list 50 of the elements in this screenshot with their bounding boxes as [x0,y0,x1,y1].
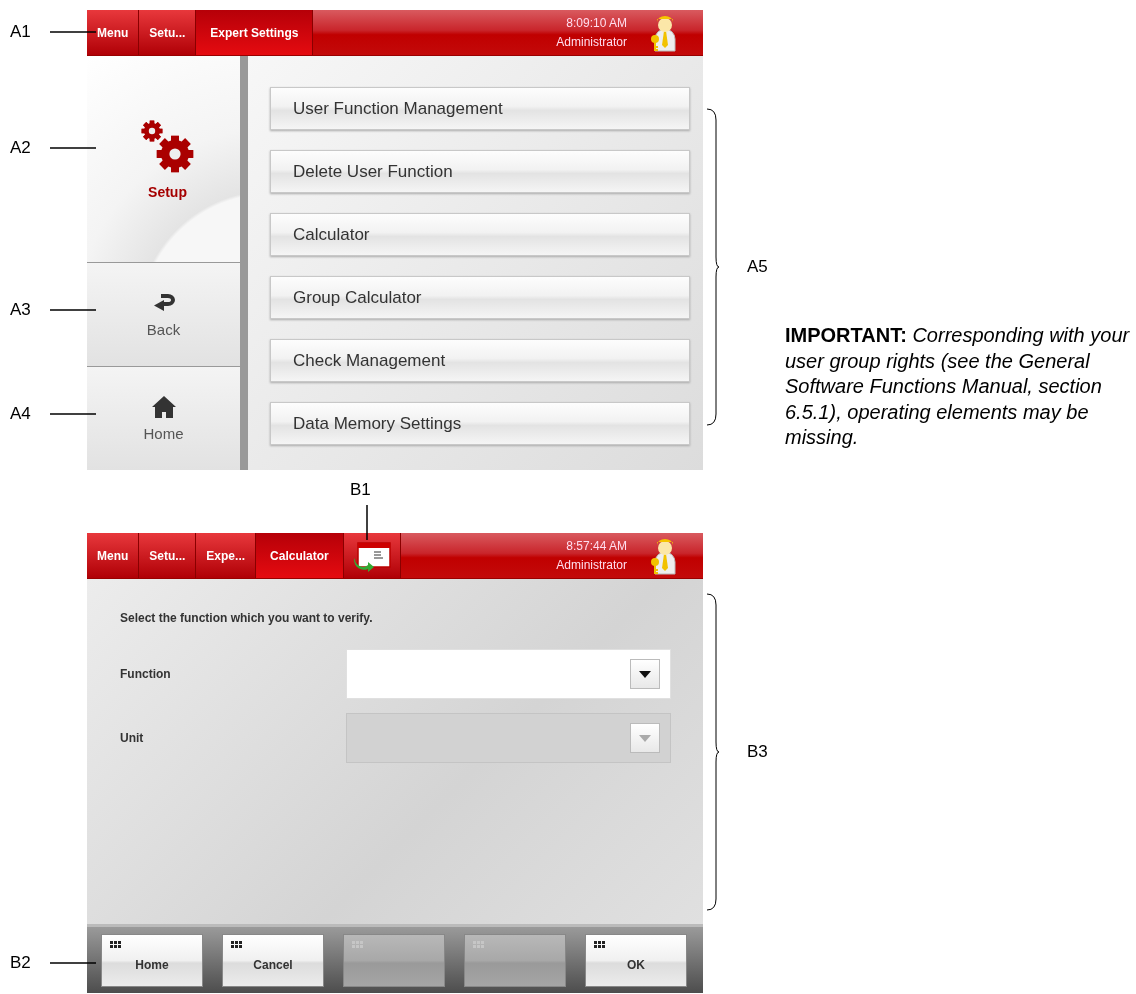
nav-button[interactable]: Back [87,263,240,367]
grid-dots-icon [594,940,605,948]
soft-key-button[interactable]: Home [101,933,203,987]
callout-label: B1 [350,480,371,500]
instruction-text: Select the function which you want to verify. [120,611,374,625]
breadcrumb-tab[interactable]: Menu [87,533,140,578]
dropdown-field[interactable] [346,649,671,699]
menu-button[interactable]: Delete User Function [270,150,690,193]
user-name: Administrator [556,33,627,51]
callout-label: A5 [747,257,768,277]
leader-line [366,505,368,540]
soft-key-button[interactable]: OK [585,933,687,987]
breadcrumb-tab[interactable]: Menu [87,10,140,55]
leader-line [50,962,96,964]
menu-button[interactable]: User Function Management [270,87,690,130]
callout-label: A3 [10,300,31,320]
soft-key-button[interactable]: Cancel [222,933,324,987]
callout-label: A4 [10,404,31,424]
grid-dots-icon [110,940,121,948]
field-label: Function [120,667,172,681]
menu-button[interactable]: Calculator [270,213,690,256]
nav-button[interactable]: Home [87,367,240,470]
field-label: Unit [120,731,145,745]
breadcrumb-tab[interactable]: Setu... [139,10,197,55]
leader-line [50,413,96,415]
callout-label: A2 [10,138,31,158]
breadcrumb-tab[interactable]: Expe... [196,533,257,578]
menu-button[interactable]: Check Management [270,339,690,382]
breadcrumb-tab[interactable]: Expert Settings [196,10,314,55]
user-name: Administrator [556,556,627,574]
protocol-button[interactable] [343,533,401,578]
leader-line [50,31,96,33]
grid-dots-icon [231,940,242,948]
section-title: Setup [148,184,187,200]
menu-button[interactable]: Group Calculator [270,276,690,319]
callout-label: B2 [10,953,31,973]
clock-time: 8:09:10 AM [566,14,627,32]
dropdown-caret-icon [639,670,651,678]
dropdown-caret-icon [639,734,651,742]
callout-label: A1 [10,22,31,42]
leader-line [50,147,96,149]
menu-button[interactable]: Data Memory Settings [270,402,690,445]
callout-label: B3 [747,742,768,762]
clock-time: 8:57:44 AM [566,537,627,555]
important-note: IMPORTANT: Corresponding with your user group rights (see the General Software Functions Manual, section 6.5.1), operating elements may be missing. [785,323,1131,450]
leader-line [50,309,96,311]
breadcrumb-tab[interactable]: Calculator [256,533,344,578]
home-icon [150,395,177,419]
card-arrow-icon [351,539,392,572]
breadcrumb-tab[interactable]: Setu... [139,533,197,578]
